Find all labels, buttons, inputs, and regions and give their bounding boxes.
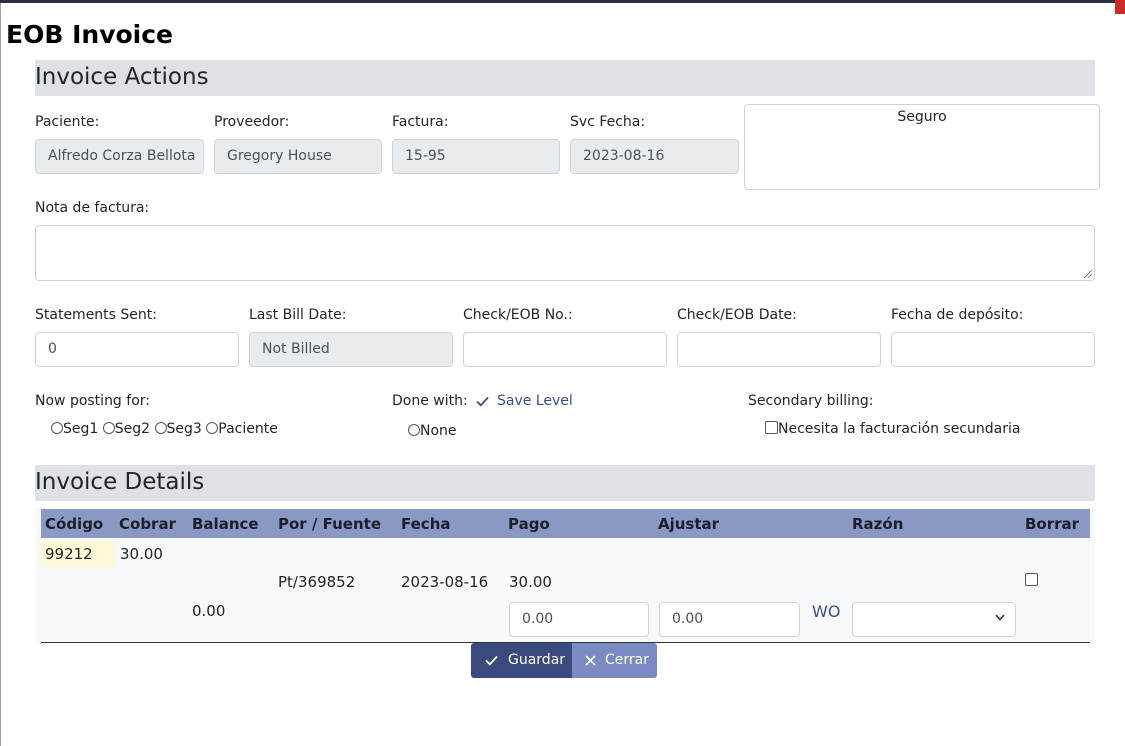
fecha-value: 2023-08-16 — [401, 573, 489, 591]
save-level-label: Save Level — [497, 393, 573, 409]
secondary-billing-label: Secondary billing: — [748, 393, 874, 409]
col-cobrar: Cobrar — [119, 515, 176, 533]
check-icon — [476, 396, 489, 407]
invoice-details-title: Invoice Details — [35, 469, 205, 495]
proveedor-label: Proveedor: — [214, 114, 290, 130]
check-icon — [485, 655, 498, 666]
window-close-corner[interactable] — [1115, 0, 1125, 14]
close-button-label: Cerrar — [605, 652, 649, 668]
check-eob-no-label: Check/EOB No.: — [463, 307, 573, 323]
por-fuente-value: Pt/369852 — [278, 573, 356, 591]
col-borrar: Borrar — [1025, 515, 1080, 533]
fecha-deposito-label: Fecha de depósito: — [891, 307, 1024, 323]
col-fecha: Fecha — [401, 515, 451, 533]
pago-value: 30.00 — [509, 573, 552, 591]
svc-fecha-field[interactable]: 2023-08-16 — [570, 139, 739, 174]
razon-select[interactable] — [852, 602, 1016, 637]
save-button-label: Guardar — [508, 652, 566, 668]
radio-seg1[interactable] — [51, 422, 63, 434]
col-razon: Razón — [852, 515, 904, 533]
radio-none-label: None — [420, 423, 457, 439]
invoice-details-header: Invoice Details — [35, 465, 1095, 501]
posting-for-radio-group: Seg1 Seg2 Seg3 Paciente — [51, 421, 278, 437]
done-with-label: Done with: — [392, 393, 468, 409]
radio-none[interactable] — [408, 424, 420, 436]
factura-label: Factura: — [392, 114, 449, 130]
paciente-label: Paciente: — [35, 114, 100, 130]
close-icon — [585, 655, 596, 666]
pago-input[interactable]: 0.00 — [509, 602, 649, 637]
table-header-row: Código Cobrar Balance Por / Fuente Fecha… — [41, 509, 1090, 538]
invoice-details-table: Código Cobrar Balance Por / Fuente Fecha… — [35, 508, 1095, 642]
done-with-radio-group: None — [408, 423, 457, 439]
nota-label: Nota de factura: — [35, 200, 150, 216]
nota-textarea[interactable] — [35, 225, 1095, 281]
ajustar-input[interactable]: 0.00 — [659, 602, 800, 637]
col-por-fuente: Por / Fuente — [278, 515, 381, 533]
radio-seg2-label: Seg2 — [114, 421, 151, 437]
balance-value: 0.00 — [192, 602, 226, 620]
factura-field[interactable]: 15-95 — [392, 139, 560, 174]
check-eob-date-label: Check/EOB Date: — [677, 307, 797, 323]
borrar-checkbox[interactable] — [1025, 573, 1038, 589]
window-left-border — [0, 3, 1, 746]
wo-link[interactable]: WO — [812, 602, 840, 621]
statements-sent-label: Statements Sent: — [35, 307, 157, 323]
check-eob-no-input[interactable] — [463, 332, 667, 367]
chevron-down-icon — [995, 614, 1005, 621]
secondary-billing-checkbox[interactable] — [765, 421, 778, 434]
last-bill-date-field[interactable]: Not Billed — [249, 332, 453, 367]
window-top-border — [0, 0, 1125, 3]
now-posting-for-label: Now posting for: — [35, 393, 150, 409]
close-button[interactable]: Cerrar — [572, 643, 657, 678]
secondary-billing-checkbox-label: Necesita la facturación secundaria — [778, 421, 1021, 437]
radio-seg2[interactable] — [102, 422, 115, 434]
invoice-actions-header: Invoice Actions — [35, 60, 1095, 96]
radio-seg3[interactable] — [154, 422, 167, 434]
statements-sent-input[interactable]: 0 — [35, 332, 239, 367]
col-balance: Balance — [192, 515, 259, 533]
radio-paciente-label: Paciente — [218, 421, 278, 437]
seguro-panel: Seguro — [744, 104, 1100, 190]
secondary-billing-row: Necesita la facturación secundaria — [765, 421, 1020, 437]
radio-seg1-label: Seg1 — [63, 421, 99, 437]
col-codigo: Código — [45, 515, 104, 533]
codigo-cell: 99212 — [41, 541, 115, 567]
save-button[interactable]: Guardar — [471, 643, 572, 678]
seguro-label: Seguro — [897, 109, 947, 125]
invoice-actions-title: Invoice Actions — [35, 64, 209, 90]
paciente-field[interactable]: Alfredo Corza Bellota — [35, 139, 204, 174]
codigo-value: 99212 — [45, 545, 93, 563]
radio-paciente[interactable] — [206, 422, 219, 434]
resize-handle-icon[interactable] — [1084, 270, 1092, 278]
cobrar-value: 30.00 — [120, 545, 163, 563]
check-eob-date-input[interactable] — [677, 332, 881, 367]
col-pago: Pago — [508, 515, 550, 533]
fecha-deposito-input[interactable] — [891, 332, 1095, 367]
proveedor-field[interactable]: Gregory House — [214, 139, 382, 174]
col-ajustar: Ajustar — [658, 515, 720, 533]
svc-fecha-label: Svc Fecha: — [570, 114, 646, 130]
save-level-button[interactable]: Save Level — [476, 393, 573, 409]
radio-seg3-label: Seg3 — [166, 421, 202, 437]
dialog-title: EOB Invoice — [6, 20, 174, 49]
last-bill-date-label: Last Bill Date: — [249, 307, 347, 323]
